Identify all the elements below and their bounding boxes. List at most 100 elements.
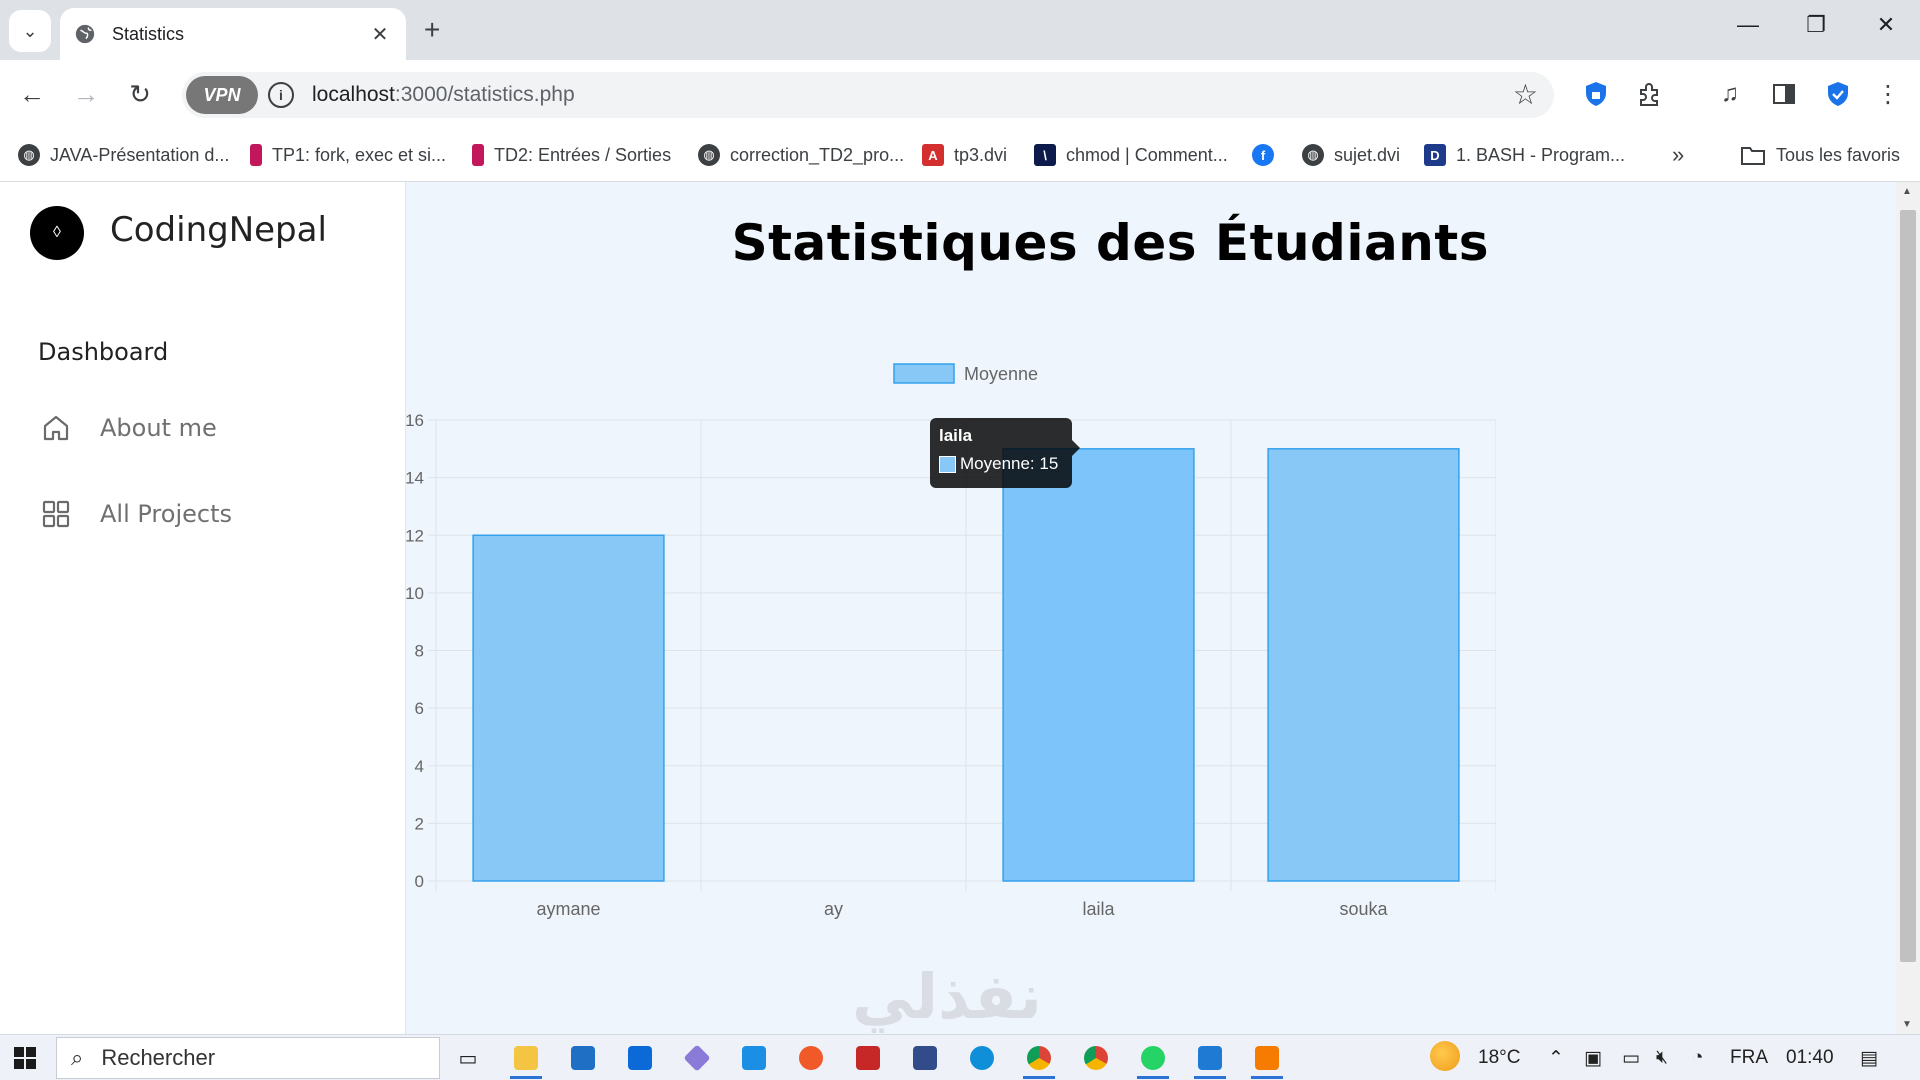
bookmark-item[interactable]: f bbox=[1252, 140, 1284, 170]
bookmarks-bar: ◍ JAVA-Présentation d... TP1: fork, exec … bbox=[0, 128, 1920, 182]
security-extension-icon[interactable] bbox=[1822, 78, 1854, 110]
page-scrollbar[interactable]: ▲ ▼ bbox=[1896, 182, 1920, 1034]
chevron-up-icon[interactable]: ⌃ bbox=[1548, 1047, 1564, 1070]
reload-button[interactable]: ↻ bbox=[120, 74, 160, 114]
app-icon[interactable] bbox=[850, 1041, 886, 1075]
folder-icon bbox=[1741, 147, 1765, 165]
volume-muted-icon[interactable]: 🔇︎ bbox=[1656, 1047, 1668, 1069]
store-icon[interactable] bbox=[565, 1041, 601, 1075]
file-explorer-icon[interactable] bbox=[508, 1041, 544, 1079]
address-bar[interactable]: VPN i localhost:3000/statistics.php ☆ bbox=[182, 72, 1554, 118]
facebook-icon: f bbox=[1252, 144, 1274, 166]
network-icon[interactable]: ▣ bbox=[1584, 1047, 1602, 1070]
chrome-icon[interactable] bbox=[1021, 1041, 1057, 1079]
tooltip-swatch bbox=[939, 455, 956, 473]
weather-icon[interactable] bbox=[1430, 1041, 1460, 1071]
bookmark-item[interactable]: ◍ correction_TD2_pro... bbox=[698, 140, 904, 170]
bookmark-item[interactable]: TP1: fork, exec et si... bbox=[250, 140, 446, 170]
upload-app-icon[interactable] bbox=[736, 1041, 772, 1075]
bookmark-item[interactable]: D 1. BASH - Program... bbox=[1424, 140, 1625, 170]
wifi-icon[interactable]: ◔ bbox=[1692, 1047, 1703, 1069]
password-shield-icon[interactable] bbox=[1580, 78, 1612, 110]
arrow-left-icon: ← bbox=[19, 78, 45, 109]
chrome-icon[interactable] bbox=[1078, 1041, 1114, 1075]
xampp-icon[interactable] bbox=[1249, 1041, 1285, 1079]
close-tab-icon[interactable]: ✕ bbox=[368, 22, 392, 47]
vscode-icon[interactable] bbox=[1192, 1041, 1228, 1079]
bookmark-label: JAVA-Présentation d... bbox=[50, 144, 230, 165]
vpn-badge[interactable]: VPN bbox=[186, 76, 258, 114]
globe-icon bbox=[75, 24, 95, 44]
bookmark-item[interactable]: ◍ sujet.dvi bbox=[1302, 140, 1400, 170]
x-tick-label: laila bbox=[1082, 899, 1115, 919]
task-view-icon[interactable]: ▭ bbox=[450, 1041, 486, 1075]
page-icon bbox=[472, 144, 484, 166]
scrollbar-thumb[interactable] bbox=[1900, 210, 1916, 962]
globe-icon: ◍ bbox=[1302, 144, 1324, 166]
close-window-button[interactable]: ✕ bbox=[1866, 12, 1906, 38]
pdf-icon: A bbox=[922, 144, 944, 166]
mail-icon[interactable] bbox=[622, 1041, 658, 1075]
clock[interactable]: 01:40 bbox=[1786, 1047, 1834, 1069]
app-icon[interactable] bbox=[907, 1041, 943, 1075]
new-tab-button[interactable]: + bbox=[424, 14, 440, 46]
media-control-icon[interactable]: ♫ bbox=[1714, 78, 1746, 110]
y-tick-label: 0 bbox=[415, 872, 424, 891]
chevron-down-icon: ⌄ bbox=[22, 20, 38, 41]
more-bookmarks-icon[interactable]: » bbox=[1672, 140, 1684, 170]
tooltip-row: Moyenne: 15 bbox=[939, 454, 1063, 474]
scroll-up-icon[interactable]: ▲ bbox=[1902, 186, 1912, 197]
tab-search-button[interactable]: ⌄ bbox=[9, 10, 51, 52]
x-tick-label: ay bbox=[824, 899, 843, 919]
menu-kebab-icon[interactable]: ⋮ bbox=[1872, 78, 1904, 110]
taskbar-search[interactable]: ⌕ Rechercher bbox=[56, 1037, 440, 1079]
battery-icon[interactable]: ▭ bbox=[1622, 1047, 1640, 1070]
notifications-icon[interactable]: ▤ bbox=[1860, 1047, 1878, 1070]
chart-tooltip: laila Moyenne: 15 bbox=[930, 418, 1080, 488]
search-icon: ⌕ bbox=[71, 1045, 84, 1070]
home-icon bbox=[43, 415, 69, 441]
tab-bar: ⌄ Statistics ✕ + — ❐ ✕ bbox=[0, 0, 1920, 60]
extensions-icon[interactable] bbox=[1634, 78, 1666, 110]
bookmark-star-icon[interactable]: ☆ bbox=[1513, 78, 1538, 111]
bookmark-item[interactable]: Atp3.dvi bbox=[922, 140, 1007, 170]
language-indicator[interactable]: FRA bbox=[1730, 1047, 1768, 1069]
page-icon bbox=[250, 144, 262, 166]
browser-tab[interactable]: Statistics ✕ bbox=[60, 8, 406, 60]
bar bbox=[1002, 448, 1195, 882]
sidebar-item-about-me[interactable]: About me bbox=[42, 414, 217, 442]
bookmark-item[interactable]: ◍ JAVA-Présentation d... bbox=[18, 140, 229, 170]
app-icon[interactable] bbox=[793, 1041, 829, 1075]
all-bookmarks-label: Tous les favoris bbox=[1776, 144, 1901, 165]
forward-button[interactable]: → bbox=[66, 74, 106, 114]
url-text[interactable]: localhost:3000/statistics.php bbox=[312, 83, 575, 107]
y-tick-label: 8 bbox=[415, 642, 424, 661]
url-path: :3000/statistics.php bbox=[394, 83, 575, 106]
edge-icon[interactable] bbox=[964, 1041, 1000, 1075]
bookmark-item[interactable]: TD2: Entrées / Sorties bbox=[472, 140, 671, 170]
whatsapp-icon[interactable] bbox=[1135, 1041, 1171, 1079]
tab-title: Statistics bbox=[112, 23, 185, 44]
x-tick-label: aymane bbox=[536, 899, 600, 919]
weather-temp[interactable]: 18°C bbox=[1478, 1047, 1520, 1069]
side-panel-icon[interactable] bbox=[1768, 78, 1800, 110]
restore-button[interactable]: ❐ bbox=[1796, 12, 1836, 38]
all-bookmarks-button[interactable]: Tous les favoris bbox=[1740, 140, 1900, 170]
bar bbox=[1267, 448, 1460, 882]
watermark: نفذلي bbox=[852, 963, 1042, 1032]
windows-start-icon[interactable] bbox=[14, 1047, 36, 1069]
bookmark-item[interactable]: \ chmod | Comment... bbox=[1034, 140, 1228, 170]
sidebar-section-dashboard[interactable]: Dashboard bbox=[38, 338, 168, 366]
legend-label: Moyenne bbox=[964, 364, 1038, 384]
sidebar-item-all-projects[interactable]: All Projects bbox=[42, 500, 232, 528]
back-button[interactable]: ← bbox=[12, 74, 52, 114]
taskbar: ⌕ Rechercher ▭ 18°C ⌃ ▣ ▭ 🔇︎ ◔ FRA 01:40… bbox=[0, 1034, 1920, 1080]
app-icon[interactable] bbox=[679, 1041, 715, 1075]
site-info-icon[interactable]: i bbox=[268, 82, 294, 108]
minimize-button[interactable]: — bbox=[1728, 12, 1768, 38]
y-tick-label: 6 bbox=[415, 699, 424, 718]
bar-chart: 0 2 4 6 8 10 12 14 16 aymane ay laila souka Moyenne bbox=[406, 363, 1496, 919]
bookmark-label: 1. BASH - Program... bbox=[1456, 144, 1626, 165]
scroll-down-icon[interactable]: ▼ bbox=[1902, 1019, 1912, 1030]
bar bbox=[472, 534, 665, 882]
